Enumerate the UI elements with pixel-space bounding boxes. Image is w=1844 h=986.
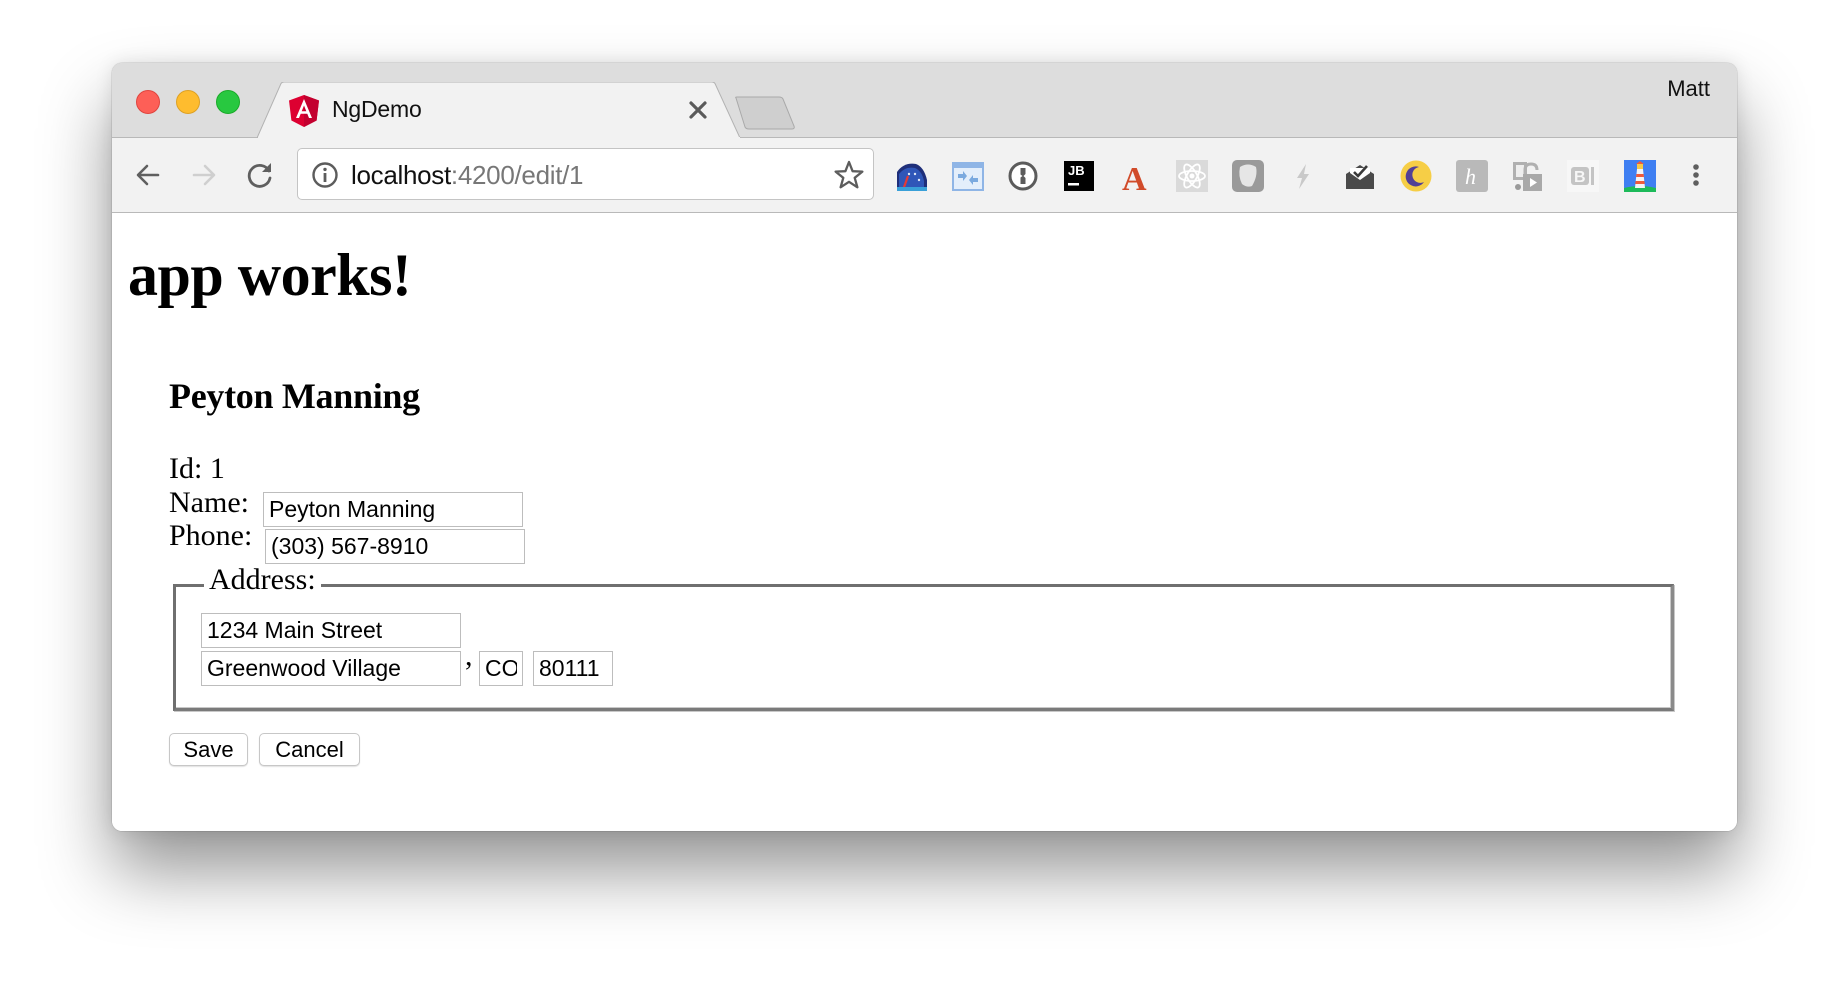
page-content: app works! Peyton Manning Id: 1 Name: Ph…: [112, 213, 1737, 831]
lightning-bolt-extension-icon[interactable]: [1287, 160, 1319, 192]
lighthouse-extension-icon[interactable]: [1624, 160, 1656, 192]
page-heading: app works!: [128, 242, 412, 308]
id-row: Id: 1: [169, 454, 225, 484]
hero-name-heading: Peyton Manning: [169, 376, 420, 416]
more-vertical-icon[interactable]: [1679, 158, 1713, 192]
letter-a-extension-icon[interactable]: A: [1120, 160, 1152, 192]
new-tab-button[interactable]: [732, 96, 802, 130]
address-legend: Address:: [204, 565, 321, 595]
info-icon[interactable]: [311, 161, 339, 189]
film-unlock-extension-icon[interactable]: [1511, 160, 1543, 192]
browser-window: NgDemo Matt localhost:4200/edit/1 JB A h…: [112, 63, 1737, 831]
arrow-left-icon[interactable]: [131, 158, 165, 192]
close-window-button[interactable]: [136, 90, 160, 114]
svg-text:B: B: [1574, 169, 1586, 186]
name-input[interactable]: [263, 492, 523, 527]
id-value: 1: [209, 452, 225, 485]
h-extension-icon[interactable]: h: [1456, 160, 1488, 192]
id-label: Id:: [169, 452, 203, 485]
svg-text:A: A: [1122, 161, 1147, 192]
close-tab-icon[interactable]: [688, 100, 708, 120]
moon-extension-icon[interactable]: [1400, 160, 1432, 192]
speedometer-extension-icon[interactable]: [896, 160, 928, 192]
tab-strip: NgDemo Matt: [112, 63, 1737, 138]
profile-name[interactable]: Matt: [1667, 76, 1710, 102]
1password-extension-icon[interactable]: [1007, 160, 1039, 192]
star-icon[interactable]: [833, 159, 865, 191]
react-devtools-extension-icon[interactable]: [1176, 160, 1208, 192]
mail-check-extension-icon[interactable]: [1344, 160, 1376, 192]
tab-background: [257, 82, 741, 138]
jetbrains-extension-icon[interactable]: JB: [1063, 160, 1095, 192]
angular-icon: [289, 95, 319, 127]
street-input[interactable]: [201, 613, 461, 648]
browser-toolbar: localhost:4200/edit/1 JB A h B: [112, 138, 1737, 213]
name-label: Name:: [169, 486, 249, 519]
tab-ngdemo[interactable]: NgDemo: [257, 82, 741, 138]
city-state-separator: ,: [465, 639, 473, 672]
tab-title: NgDemo: [332, 96, 422, 122]
arrow-right-icon[interactable]: [187, 158, 221, 192]
url-text[interactable]: localhost:4200/edit/1: [351, 160, 584, 191]
reload-icon[interactable]: [243, 158, 277, 192]
window-arrows-extension-icon[interactable]: [952, 160, 984, 192]
svg-text:h: h: [1465, 164, 1476, 189]
svg-text:JB: JB: [1068, 163, 1085, 178]
address-bar[interactable]: localhost:4200/edit/1: [297, 148, 874, 200]
phone-input[interactable]: [265, 529, 525, 564]
url-host: localhost: [351, 160, 451, 190]
url-path: :4200/edit/1: [450, 160, 584, 190]
state-input[interactable]: [479, 651, 523, 686]
save-button[interactable]: Save: [169, 733, 248, 766]
cancel-button[interactable]: Cancel: [259, 733, 360, 766]
phone-label: Phone:: [169, 519, 253, 552]
zoom-window-button[interactable]: [216, 90, 240, 114]
minimize-window-button[interactable]: [176, 90, 200, 114]
zip-input[interactable]: [533, 651, 613, 686]
ghostery-extension-icon[interactable]: [1232, 160, 1264, 192]
b-extension-icon[interactable]: B: [1567, 160, 1599, 192]
city-input[interactable]: [201, 651, 461, 686]
